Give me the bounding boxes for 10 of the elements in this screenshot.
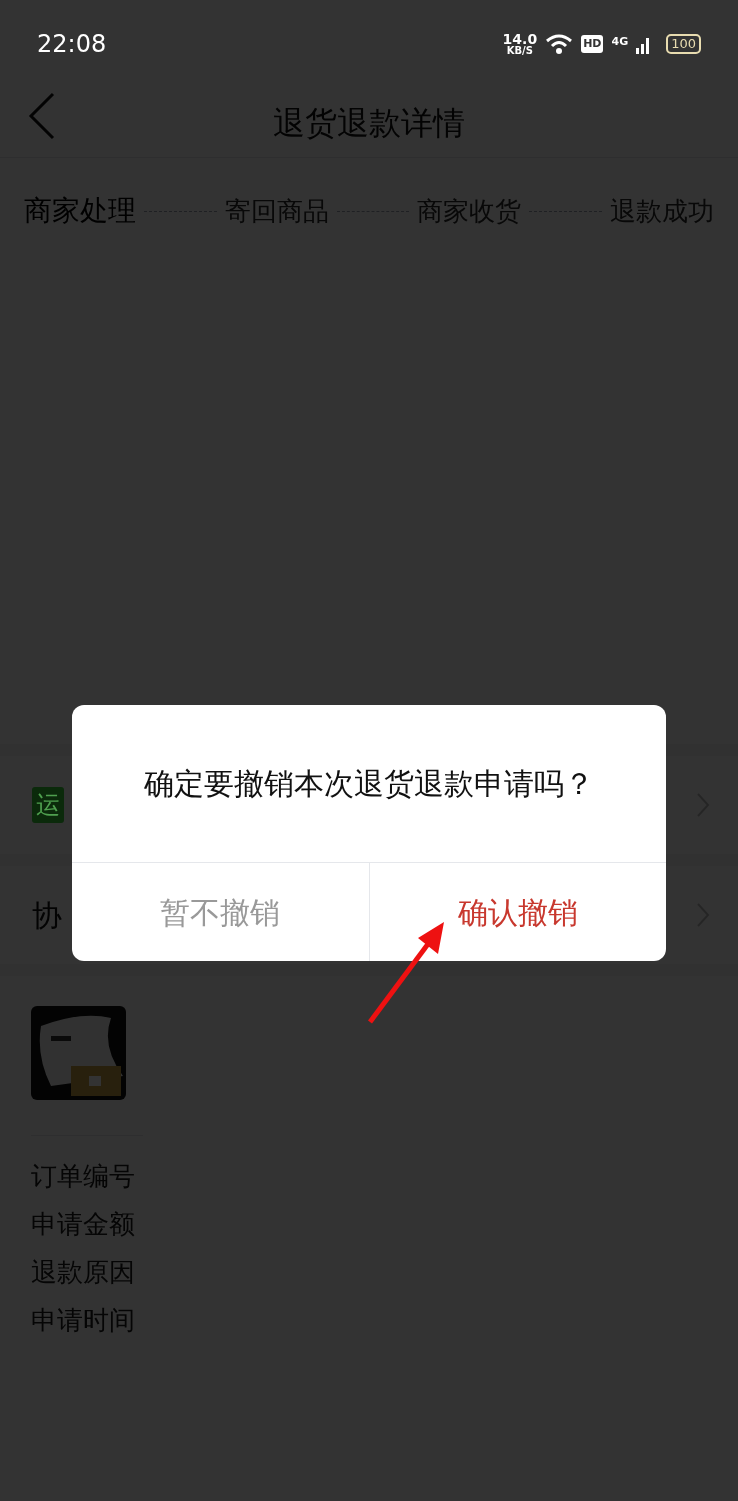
hd-badge: HD: [581, 35, 604, 53]
dialog-message: 确定要撤销本次退货退款申请吗？: [144, 765, 594, 803]
network-type: 4G: [611, 34, 629, 50]
clock-time: 22:08: [37, 29, 107, 60]
wifi-icon: [545, 33, 574, 55]
cancel-button[interactable]: 暂不撤销: [72, 863, 369, 961]
speed-unit: KB/S: [506, 46, 533, 56]
tag-label: 运: [32, 787, 64, 823]
battery-level: 100: [666, 34, 701, 54]
speed-value: 14.0: [502, 32, 538, 46]
